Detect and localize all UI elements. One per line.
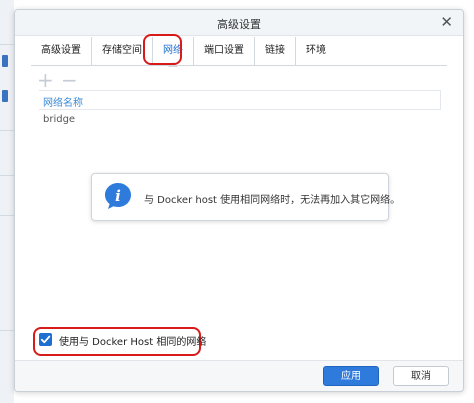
dialog-footer: 应用 取消 [15,360,463,391]
network-table: 网络名称 bridge [39,90,441,130]
background-divider [0,44,14,45]
background-marker [2,55,8,67]
tab-network[interactable]: 网络 [153,37,194,67]
table-header: 网络名称 [39,90,441,110]
cancel-button[interactable]: 取消 [393,366,449,386]
background-divider [0,130,14,131]
tab-port-settings[interactable]: 端口设置 [194,37,255,65]
dialog-title: 高级设置 [217,18,261,31]
column-separator [440,91,441,109]
tab-divider [31,65,447,66]
info-message: 与 Docker host 使用相同网络时，无法再加入其它网络。 [144,195,401,206]
tab-storage[interactable]: 存储空间 [92,37,153,65]
info-icon: i [105,183,131,209]
background-divider [0,215,14,216]
tab-advanced-settings[interactable]: 高级设置 [31,37,92,65]
column-header-network-name: 网络名称 [43,98,83,109]
background-divider [0,330,14,331]
tab-bar: 高级设置 存储空间 网络 端口设置 链接 环境 [31,37,336,67]
advanced-settings-dialog: 高级设置 ✕ 高级设置 存储空间 网络 端口设置 链接 环境 + − 网络名称 … [14,9,464,392]
apply-button[interactable]: 应用 [323,366,379,386]
tab-environment[interactable]: 环境 [296,37,336,65]
info-message-box: i 与 Docker host 使用相同网络时，无法再加入其它网络。 [91,173,400,221]
network-name-cell: bridge [43,114,76,125]
svg-text:i: i [115,187,121,205]
dialog-titlebar: 高级设置 ✕ [15,10,463,36]
tab-links[interactable]: 链接 [255,37,296,65]
close-icon[interactable]: ✕ [440,13,453,31]
minus-icon[interactable]: − [61,70,78,90]
host-network-label[interactable]: 使用与 Docker Host 相同的网络 [59,333,206,348]
plus-icon[interactable]: + [37,70,54,90]
background-marker [2,90,8,102]
table-row[interactable]: bridge [39,110,441,130]
background-divider [0,175,14,176]
host-network-checkbox[interactable] [39,333,52,346]
checkmark-icon [40,335,51,344]
